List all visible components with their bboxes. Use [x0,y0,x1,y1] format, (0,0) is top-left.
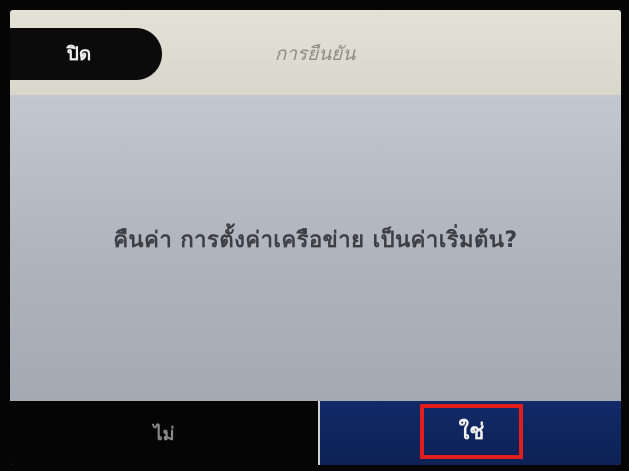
printer-screen: ปิด การยืนยัน คืนค่า การตั้งค่าเครือข่าย… [10,10,621,465]
no-button[interactable]: ไม่ [10,401,318,465]
screen-title: การยืนยัน [274,43,356,65]
dialog-body: คืนค่า การตั้งค่าเครือข่าย เป็นค่าเริ่มต… [10,95,621,401]
confirmation-message: คืนค่า การตั้งค่าเครือข่าย เป็นค่าเริ่มต… [113,227,518,253]
header-bar: ปิด การยืนยัน [10,10,621,95]
button-bar: ไม่ ใช่ [10,401,621,465]
yes-button-label: ใช่ [420,404,523,459]
yes-button[interactable]: ใช่ [320,401,621,465]
device-bezel: ปิด การยืนยัน คืนค่า การตั้งค่าเครือข่าย… [0,0,629,471]
close-button[interactable]: ปิด [10,28,162,80]
